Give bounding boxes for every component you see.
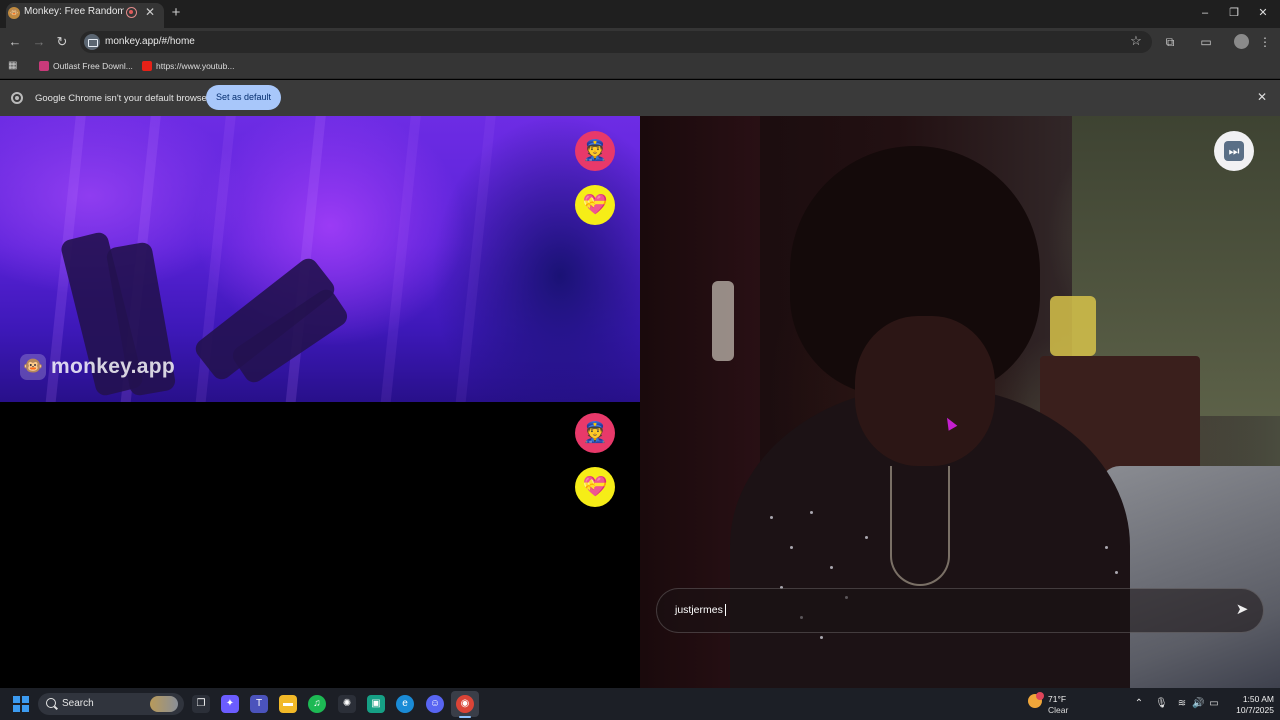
teams-icon[interactable]: T: [250, 695, 268, 713]
chat-input-value: justjermes: [675, 604, 723, 616]
infobar-close-icon[interactable]: ✕: [1255, 90, 1269, 104]
monkey-logo-icon: 🐵: [20, 354, 46, 380]
bookmark-youtube[interactable]: https://www.youtub...: [156, 61, 234, 71]
weather-condition[interactable]: Clear: [1048, 705, 1068, 715]
tab-strip: [0, 0, 1280, 28]
tab-title: Monkey: Free Random Video Chat: [24, 6, 124, 17]
report-button[interactable]: 👮: [575, 413, 615, 453]
text-caret: [724, 604, 726, 617]
chrome-taskbar-icon[interactable]: ◉: [456, 695, 474, 713]
back-arrow-icon[interactable]: ←: [7, 34, 23, 50]
clock-date[interactable]: 10/7/2025: [1228, 705, 1274, 715]
file-explorer-icon[interactable]: ▬: [279, 695, 297, 713]
like-button[interactable]: 💝: [575, 185, 615, 225]
profile-avatar[interactable]: [1234, 34, 1249, 49]
tab-search-icon[interactable]: ▭: [1198, 34, 1214, 50]
bookmark-star-icon[interactable]: ☆: [1128, 33, 1144, 49]
chrome-icon: [11, 92, 23, 104]
reload-icon[interactable]: ↻: [54, 34, 70, 50]
discord-icon[interactable]: ☺: [426, 695, 444, 713]
site-info-icon[interactable]: [84, 34, 100, 50]
active-app-indicator: [459, 716, 471, 718]
wifi-icon[interactable]: ≋: [1176, 698, 1188, 710]
spotify-icon[interactable]: ♫: [308, 695, 326, 713]
bookmark-outlast[interactable]: Outlast Free Downl...: [53, 61, 133, 71]
search-highlight-icon: [150, 696, 178, 712]
chat-input[interactable]: [656, 588, 1264, 633]
edge-icon[interactable]: e: [396, 695, 414, 713]
clipchamp-icon[interactable]: ▣: [367, 695, 385, 713]
microphone-icon[interactable]: 🎙: [1155, 698, 1168, 710]
window-close-button[interactable]: ✕: [1253, 5, 1273, 21]
tab-close-icon[interactable]: ✕: [143, 5, 157, 19]
monkey-favicon-icon: 🐵: [8, 7, 20, 19]
search-icon: [46, 698, 56, 708]
volume-icon[interactable]: 🔊: [1192, 698, 1204, 710]
weather-temp[interactable]: 71°F: [1048, 694, 1066, 704]
extensions-icon[interactable]: ⧉: [1162, 34, 1178, 50]
infobar-message: Google Chrome isn't your default browser: [35, 93, 211, 104]
skip-forward-icon: ⏭: [1228, 144, 1240, 158]
task-view-icon[interactable]: ❐: [192, 695, 210, 713]
chatgpt-icon[interactable]: ✺: [338, 695, 356, 713]
self-video: [0, 402, 640, 688]
new-tab-button[interactable]: +: [168, 5, 184, 21]
report-button[interactable]: 👮: [575, 131, 615, 171]
set-as-default-button[interactable]: Set as default: [206, 85, 281, 110]
windows-start-icon[interactable]: [13, 696, 29, 712]
menu-kebab-icon[interactable]: ⋮: [1257, 34, 1273, 50]
forward-arrow-icon[interactable]: →: [31, 34, 47, 50]
youtube-icon: [142, 61, 152, 71]
apps-grid-icon[interactable]: ▦: [8, 61, 18, 71]
brand-wordmark: monkey.app: [51, 355, 175, 378]
weather-alert-badge: [1036, 692, 1044, 700]
address-bar[interactable]: [80, 31, 1152, 53]
minimize-button[interactable]: –: [1195, 5, 1215, 21]
url-text[interactable]: monkey.app/#/home: [105, 36, 195, 47]
send-icon[interactable]: ➤: [1233, 601, 1251, 619]
chat-input-text[interactable]: justjermes: [675, 604, 726, 617]
like-button[interactable]: 💝: [575, 467, 615, 507]
taskbar-search-label: Search: [62, 698, 94, 709]
clock-time[interactable]: 1:50 AM: [1234, 694, 1274, 704]
restore-button[interactable]: ❐: [1224, 5, 1244, 21]
bookmark-favicon-icon: [39, 61, 49, 71]
record-icon: [126, 7, 137, 18]
copilot-icon[interactable]: ✦: [221, 695, 239, 713]
battery-icon[interactable]: ▭: [1208, 698, 1220, 710]
tray-chevron-icon[interactable]: ⌃: [1133, 698, 1145, 710]
